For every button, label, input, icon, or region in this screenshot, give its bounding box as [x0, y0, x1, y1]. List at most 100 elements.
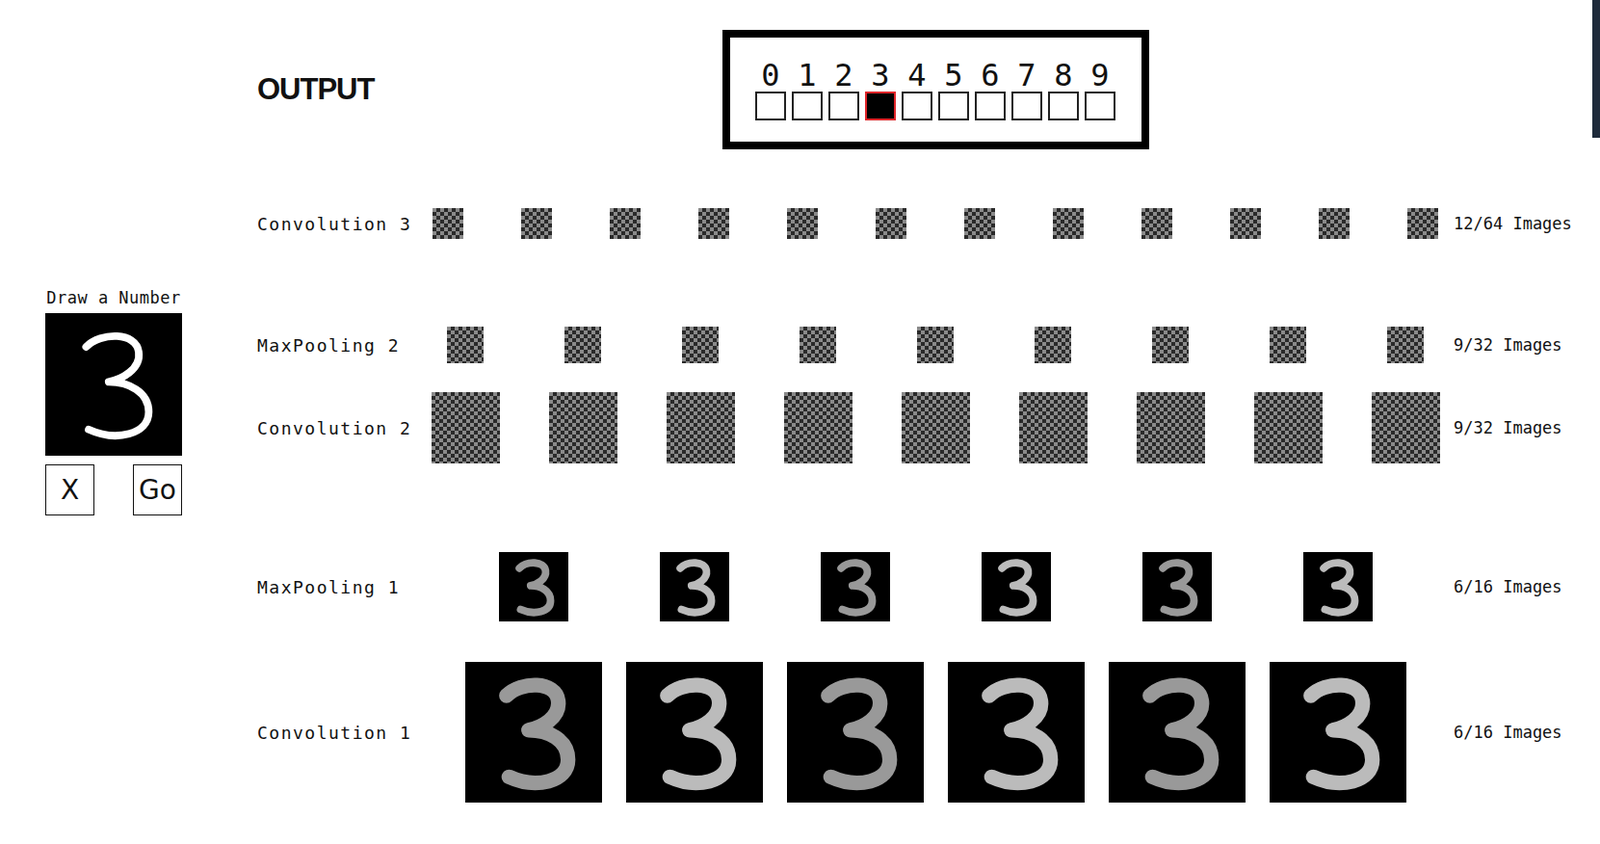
digit-label: 9: [1090, 58, 1109, 92]
digit-label: 2: [834, 58, 853, 92]
digit-box: [755, 91, 787, 121]
digit-cell: 3: [864, 58, 897, 121]
layer-count: 12/64 Images: [1453, 213, 1573, 234]
cnn-visualizer: Draw a Number X Go OUTPUT 0123456789 Convolut…: [0, 0, 1600, 844]
digit-cell: 8: [1047, 58, 1080, 121]
digit-box: [791, 91, 823, 121]
digit-drawing-icon: [1276, 665, 1400, 800]
digit-box: [974, 91, 1006, 121]
feature-map: [1136, 392, 1206, 464]
feature-map: [799, 326, 837, 364]
feature-map: [1034, 326, 1072, 364]
digit-box: [901, 91, 933, 121]
feature-map: [465, 661, 603, 803]
draw-title: Draw a Number: [46, 285, 182, 311]
feature-map: [981, 551, 1051, 622]
digit-drawing-icon: [984, 553, 1048, 620]
layer-label: MaxPooling 2: [257, 335, 429, 356]
feature-map: [784, 392, 853, 464]
digit-label: 6: [980, 58, 999, 92]
digit-drawing-icon: [501, 553, 565, 620]
feature-map: [446, 326, 484, 364]
feature-map: [1318, 208, 1350, 239]
feature-maps: [428, 326, 1443, 364]
feature-map: [549, 392, 618, 464]
feature-map: [1142, 551, 1212, 622]
digit-box: [828, 91, 860, 121]
layer-count: 9/32 Images: [1453, 335, 1563, 355]
feature-map: [1141, 208, 1173, 239]
digit-drawing-icon: [954, 665, 1078, 800]
feature-map: [609, 208, 641, 239]
layer-row: Convolution 1 6/16 Images: [257, 659, 1600, 805]
digit-label: 8: [1053, 58, 1073, 92]
digit-cell: 9: [1083, 58, 1117, 121]
layer-count: 6/16 Images: [1453, 722, 1563, 742]
layer-row: MaxPooling 16/16 Images: [257, 550, 1600, 624]
feature-map: [521, 208, 552, 239]
feature-map: [1303, 551, 1373, 622]
feature-map: [498, 551, 569, 622]
feature-map: [820, 551, 891, 622]
layer-label: Convolution 2: [257, 418, 429, 439]
feature-map: [564, 326, 602, 364]
digit-drawing-icon: [51, 316, 177, 452]
digit-drawing-icon: [1115, 665, 1239, 800]
digit-box: [938, 91, 970, 121]
button-row: X Go: [45, 464, 183, 516]
feature-maps: [428, 208, 1443, 239]
edge-strip: [1592, 0, 1600, 138]
digit-drawing-icon: [823, 553, 887, 620]
output-area: 0123456789: [428, 29, 1443, 150]
digit-cell: 2: [827, 58, 861, 121]
draw-column: Draw a Number X Go: [0, 285, 228, 516]
digit-label: 1: [797, 58, 816, 92]
output-row: OUTPUT 0123456789: [257, 29, 1600, 150]
digit-drawing-icon: [632, 665, 757, 800]
feature-maps: [428, 551, 1443, 622]
digit-box: [1084, 91, 1116, 121]
feature-map: [901, 392, 971, 464]
feature-map: [1269, 326, 1307, 364]
clear-button[interactable]: X: [45, 464, 95, 516]
feature-map: [1108, 661, 1246, 803]
digit-label: 3: [870, 58, 890, 92]
feature-map: [964, 208, 996, 239]
layer-row: MaxPooling 2 9/32 Images: [257, 325, 1600, 365]
feature-map: [1052, 208, 1084, 239]
digit-label: 7: [1017, 58, 1036, 92]
feature-map: [431, 392, 500, 464]
digit-cell: 0: [754, 58, 787, 121]
layer-label: Convolution 1: [257, 722, 429, 743]
output-title: OUTPUT: [257, 72, 429, 107]
layer-label: MaxPooling 1: [257, 577, 429, 598]
digit-drawing-icon: [472, 665, 596, 800]
digit-drawing-icon: [793, 665, 918, 800]
digit-box: [1011, 91, 1043, 121]
feature-map: [1254, 392, 1323, 464]
feature-map: [1387, 326, 1424, 364]
network-view: OUTPUT 0123456789 Convolution 3 12/64 Image…: [257, 0, 1600, 844]
digit-cell: 1: [790, 58, 824, 121]
digit-box: [865, 91, 896, 121]
digit-label: 0: [760, 58, 780, 92]
draw-canvas[interactable]: [45, 313, 183, 456]
feature-map: [786, 661, 924, 803]
feature-map: [917, 326, 954, 364]
digit-list: 0123456789: [754, 58, 1117, 121]
feature-map: [786, 208, 818, 239]
layer-label: Convolution 3: [257, 213, 429, 235]
feature-map: [659, 551, 730, 622]
digit-cell: 6: [973, 58, 1007, 121]
feature-map: [698, 208, 730, 239]
feature-map: [681, 326, 719, 364]
feature-map: [432, 208, 464, 239]
feature-map: [947, 661, 1085, 803]
feature-map: [666, 392, 735, 464]
go-button[interactable]: Go: [132, 464, 183, 516]
digit-drawing-icon: [1145, 553, 1208, 620]
feature-maps: [428, 392, 1443, 464]
feature-map: [875, 208, 907, 239]
digit-cell: 4: [900, 58, 934, 121]
feature-map: [1230, 208, 1261, 239]
